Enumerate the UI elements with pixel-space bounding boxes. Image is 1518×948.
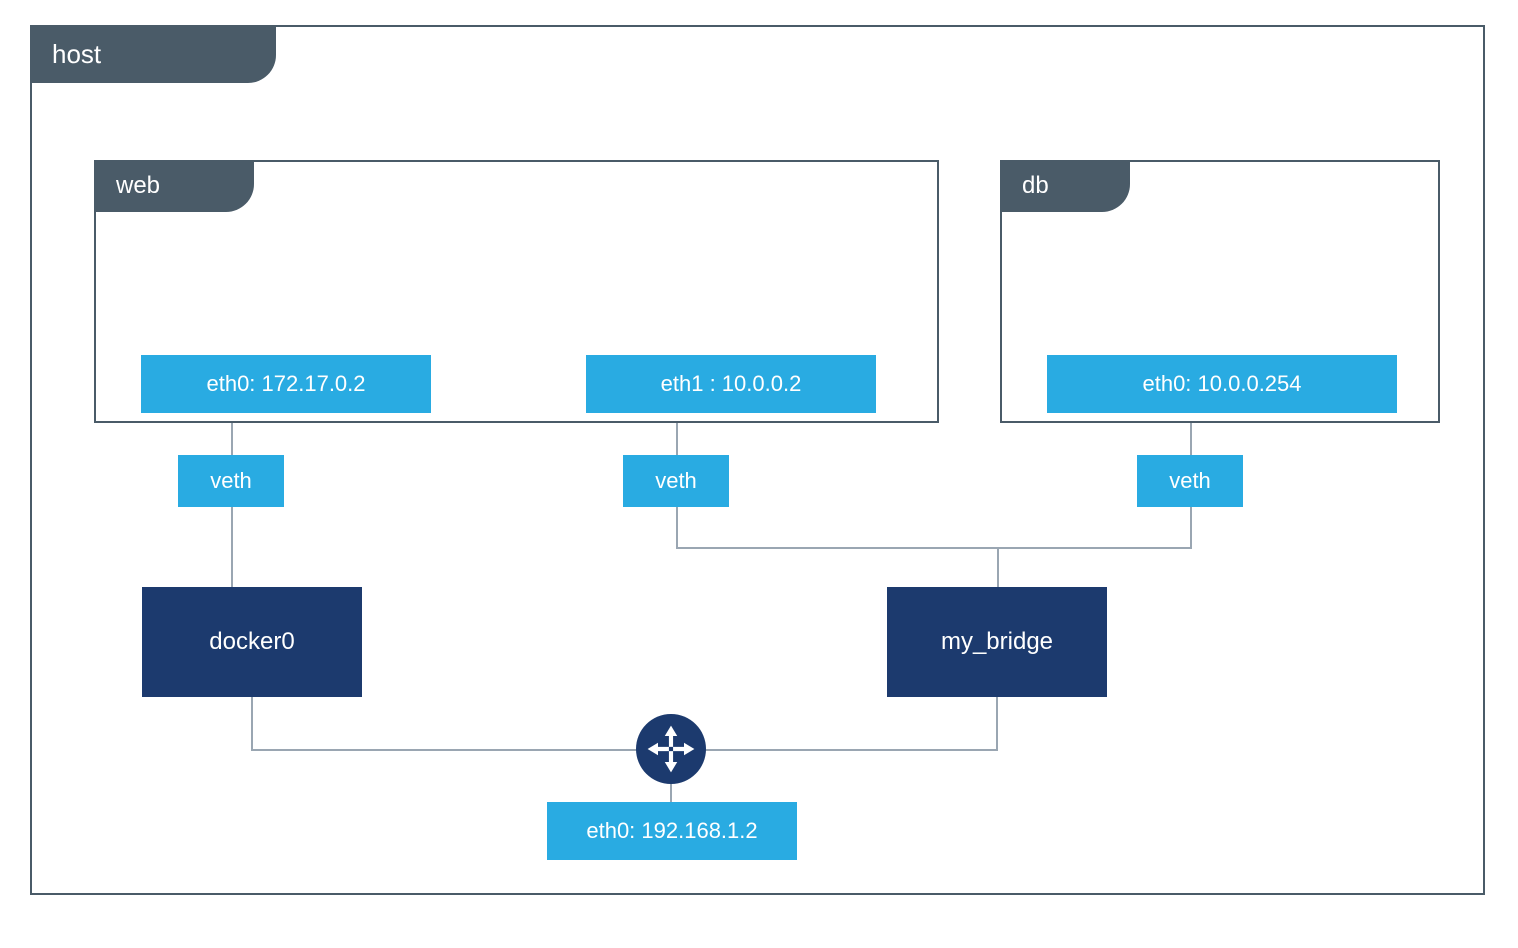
connector-line [676,507,678,547]
db-label: db [1022,172,1049,200]
web-label: web [116,172,160,200]
db-tab: db [1000,160,1130,212]
connector-line [676,423,678,455]
connector-line [231,507,233,587]
host-tab: host [30,25,276,83]
veth-b: veth [623,455,729,507]
docker0-bridge: docker0 [142,587,362,697]
connector-line [251,697,253,749]
connector-line [676,547,1192,549]
connector-line [997,547,999,587]
web-tab: web [94,160,254,212]
connector-line [996,697,998,749]
arrows-cross-icon [645,723,697,775]
veth-c-label: veth [1169,468,1211,494]
db-eth0-interface: eth0: 10.0.0.254 [1047,355,1397,413]
router-icon [636,714,706,784]
veth-c: veth [1137,455,1243,507]
connector-line [251,749,671,751]
docker0-label: docker0 [209,628,294,656]
web-container: web eth0: 172.17.0.2 eth1 : 10.0.0.2 [94,160,939,423]
veth-b-label: veth [655,468,697,494]
web-eth0-interface: eth0: 172.17.0.2 [141,355,431,413]
db-eth0-label: eth0: 10.0.0.254 [1142,371,1301,397]
web-eth0-label: eth0: 172.17.0.2 [206,371,365,397]
connector-line [1190,507,1192,547]
host-label: host [52,39,101,70]
db-container: db eth0: 10.0.0.254 [1000,160,1440,423]
connector-line [671,749,998,751]
diagram-canvas: host web eth0: 172.17.0.2 eth1 : 10.0.0.… [0,0,1518,948]
connector-line [670,784,672,802]
host-eth0-label: eth0: 192.168.1.2 [586,818,757,844]
my-bridge-label: my_bridge [941,628,1053,656]
web-eth1-label: eth1 : 10.0.0.2 [661,371,802,397]
veth-a: veth [178,455,284,507]
host-container: host web eth0: 172.17.0.2 eth1 : 10.0.0.… [30,25,1485,895]
connector-line [231,423,233,455]
connector-line [1190,423,1192,455]
host-eth0-interface: eth0: 192.168.1.2 [547,802,797,860]
my-bridge: my_bridge [887,587,1107,697]
veth-a-label: veth [210,468,252,494]
web-eth1-interface: eth1 : 10.0.0.2 [586,355,876,413]
